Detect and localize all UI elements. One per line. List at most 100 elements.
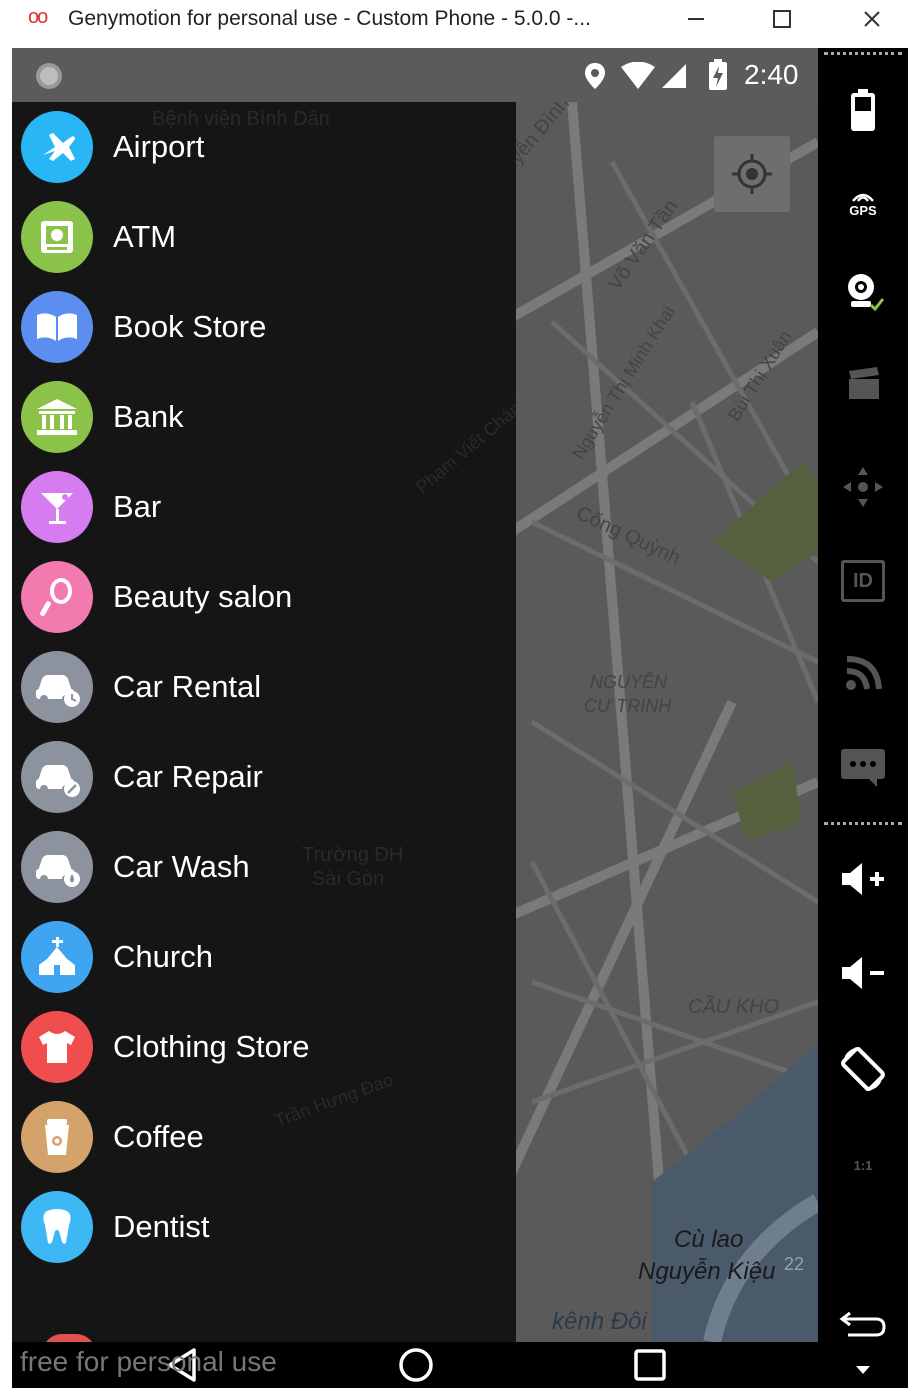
church-icon <box>21 921 93 993</box>
home-button[interactable] <box>386 1342 446 1388</box>
bank-icon <box>21 381 93 453</box>
navigation-drawer: Bệnh viện Bình Dân Trường ĐH Sài Gòn Phạ… <box>12 102 516 1342</box>
wifi-icon <box>621 62 655 89</box>
map-label: Nguyễn Kiệu <box>638 1258 776 1285</box>
map-label: Cù lao <box>674 1226 744 1253</box>
battery-button[interactable] <box>818 76 908 146</box>
drawer-item-label: Car Wash <box>113 849 250 884</box>
pixel-perfect-button[interactable]: 1:1 <box>818 1130 908 1200</box>
tooth-icon <box>21 1191 93 1263</box>
map-label: CƯ TRINH <box>584 696 672 716</box>
recents-square-icon <box>634 1349 666 1381</box>
webcam-icon <box>848 274 885 312</box>
drawer-item-label: Church <box>113 939 213 974</box>
next-drawer-item-partial <box>42 1334 96 1342</box>
volume-up-icon <box>842 863 884 895</box>
map-label: NGUYỄN <box>590 672 668 692</box>
phone-screen: 2:40 Nguyễn Đình Chiểu Võ Văn Tần Nguyễn… <box>12 48 818 1388</box>
recents-button[interactable] <box>620 1342 680 1388</box>
clapperboard-icon <box>849 367 879 399</box>
clock: 2:40 <box>744 59 799 90</box>
my-location-button[interactable] <box>714 136 790 212</box>
drawer-item-car-wash[interactable]: Car Wash <box>12 822 516 912</box>
drawer-item-label: Car Repair <box>113 759 263 794</box>
crosshair-icon <box>732 154 772 194</box>
close-button[interactable] <box>852 2 892 36</box>
gps-button[interactable]: GPS <box>818 168 908 238</box>
pixel-perfect-icon: 1:1 <box>853 1157 873 1173</box>
car-repair-icon <box>21 741 93 813</box>
cast-icon <box>846 656 882 690</box>
device-id-icon: ID <box>841 560 885 602</box>
drawer-item-coffee[interactable]: Coffee <box>12 1092 516 1182</box>
rotate-button[interactable] <box>818 1034 908 1104</box>
minimize-button[interactable] <box>676 2 716 36</box>
cell-signal-icon <box>662 64 686 88</box>
window-title: Genymotion for personal use - Custom Pho… <box>68 7 591 30</box>
drawer-item-label: Car Rental <box>113 669 262 704</box>
drawer-item-label: Beauty salon <box>113 579 293 614</box>
drawer-item-airport[interactable]: Airport <box>12 102 516 192</box>
watermark-text: free for personal use <box>20 1346 277 1377</box>
notification-circle-icon <box>36 63 62 89</box>
drawer-item-book-store[interactable]: Book Store <box>12 282 516 372</box>
status-bar: 2:40 <box>12 48 818 102</box>
drawer-item-label: ATM <box>113 219 177 254</box>
cocktail-icon <box>21 471 93 543</box>
sms-button[interactable] <box>818 732 908 802</box>
drawer-item-clothing-store[interactable]: Clothing Store <box>12 1002 516 1092</box>
atm-icon <box>21 201 93 273</box>
map-label: CẦU KHO <box>688 996 780 1018</box>
drawer-item-label: Airport <box>113 129 205 164</box>
drawer-item-beauty-salon[interactable]: Beauty salon <box>12 552 516 642</box>
book-icon <box>21 291 93 363</box>
home-circle-icon <box>399 1348 433 1382</box>
volume-up-button[interactable] <box>818 844 908 914</box>
drawer-item-atm[interactable]: ATM <box>12 192 516 282</box>
volume-down-icon <box>842 957 884 989</box>
window-titlebar: oo Genymotion for personal use - Custom … <box>0 0 908 40</box>
drawer-item-label: Book Store <box>113 309 267 344</box>
divider <box>824 52 902 55</box>
device-id-button[interactable]: ID <box>818 546 908 616</box>
maximize-icon <box>773 10 791 28</box>
genymotion-sidebar: GPS ID 1:1 <box>818 48 908 1388</box>
cast-button[interactable] <box>818 638 908 708</box>
hand-mirror-icon <box>21 561 93 633</box>
map-label: 22 <box>784 1254 805 1274</box>
webcam-button[interactable] <box>818 258 908 328</box>
drawer-item-dentist[interactable]: Dentist <box>12 1182 516 1272</box>
car-rental-icon <box>21 651 93 723</box>
dpad-icon <box>843 467 883 507</box>
battery-icon <box>851 89 875 131</box>
volume-down-button[interactable] <box>818 938 908 1008</box>
rotate-icon <box>841 1047 885 1091</box>
divider <box>824 822 902 825</box>
genymotion-logo-icon: oo <box>28 6 48 28</box>
gps-icon <box>852 193 874 202</box>
tshirt-icon <box>21 1011 93 1083</box>
minimize-icon <box>688 18 704 20</box>
coffee-cup-icon <box>21 1101 93 1173</box>
maximize-button[interactable] <box>762 2 802 36</box>
close-icon <box>864 11 880 27</box>
map-label: kênh Đôi <box>552 1308 647 1335</box>
battery-charging-icon <box>709 59 727 90</box>
system-back-button[interactable] <box>818 1288 908 1358</box>
drawer-item-label: Coffee <box>113 1119 204 1154</box>
airplane-icon <box>21 111 93 183</box>
drawer-item-church[interactable]: Church <box>12 912 516 1002</box>
menu-icon[interactable] <box>856 1366 870 1374</box>
car-wash-icon <box>21 831 93 903</box>
drawer-item-label: Bar <box>113 489 162 524</box>
location-pin-icon <box>585 63 605 89</box>
dpad-button[interactable] <box>818 452 908 522</box>
back-arrow-icon <box>839 1311 886 1337</box>
drawer-item-label: Bank <box>113 399 184 434</box>
gps-label: GPS <box>849 202 877 218</box>
drawer-item-car-rental[interactable]: Car Rental <box>12 642 516 732</box>
drawer-item-bar[interactable]: Bar <box>12 462 516 552</box>
drawer-item-car-repair[interactable]: Car Repair <box>12 732 516 822</box>
capture-button[interactable] <box>818 348 908 418</box>
drawer-item-bank[interactable]: Bank <box>12 372 516 462</box>
